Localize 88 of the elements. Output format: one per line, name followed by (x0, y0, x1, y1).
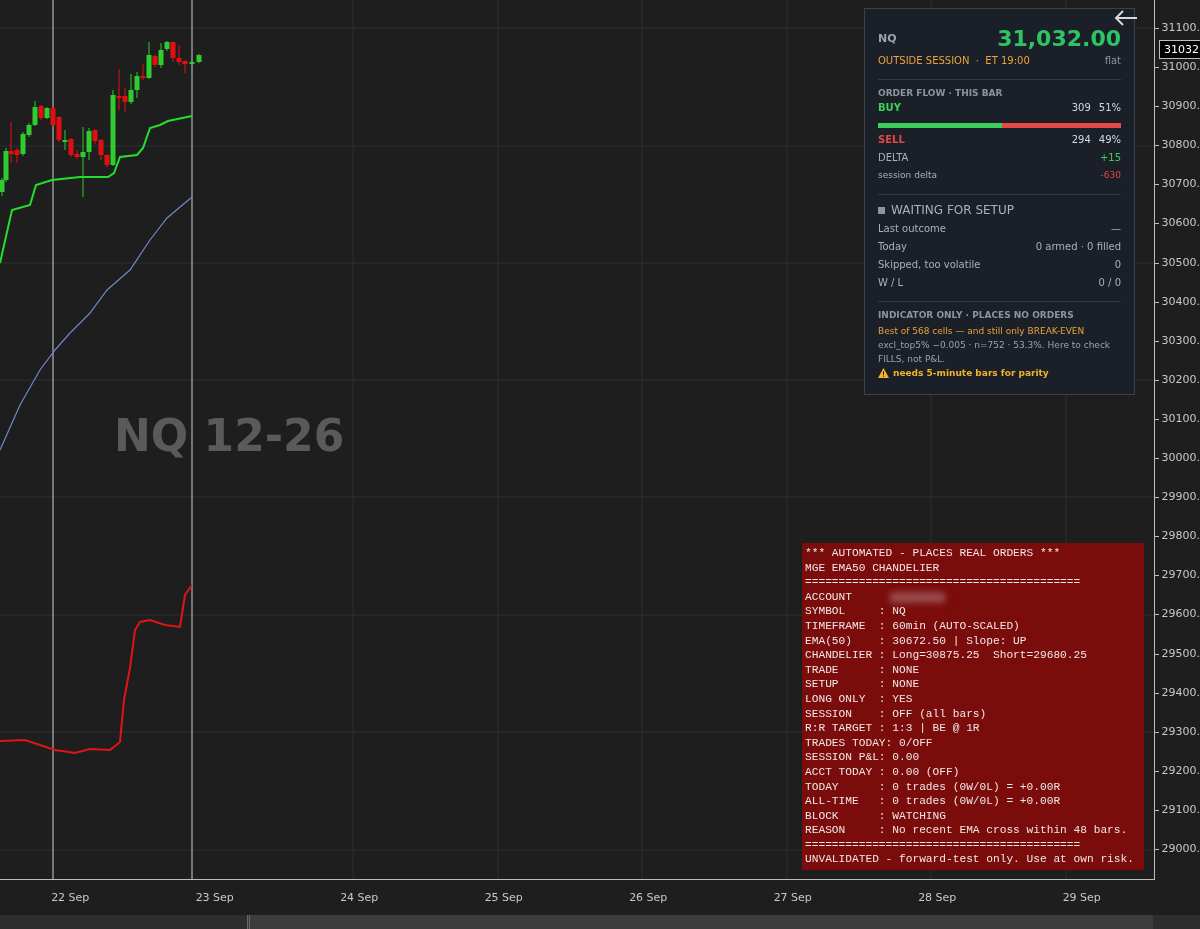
stat-value: — (1111, 223, 1121, 234)
price-label: 29800. (1161, 529, 1200, 543)
price-label: 30000. (1161, 451, 1200, 465)
highlight-note: Best of 568 cells — and still only BREAK-EVEN (878, 325, 1086, 338)
buy-count: 309 (1071, 102, 1091, 113)
stat-label: Last outcome (878, 223, 946, 234)
date-label: 24 Sep (340, 891, 379, 904)
redacted-value (890, 591, 945, 603)
stat-label: Skipped, too volatile (878, 259, 981, 270)
price-label: 29500. (1161, 646, 1200, 660)
sell-percent: 49% (1098, 134, 1121, 145)
status-line: TRADE : NONE (805, 662, 921, 678)
sell-label: SELL (878, 134, 905, 145)
status-line: ALL-TIME : 0 trades (0W/0L) = +0.00R (805, 794, 1062, 809)
price-label: 29000. (1161, 841, 1200, 855)
price-label: 30300. (1161, 333, 1200, 347)
price-label: 30100. (1161, 411, 1200, 425)
status-line: TIMEFRAME : 60min (AUTO-SCALED) (805, 618, 1021, 634)
price-label: 30400. (1161, 294, 1200, 308)
symbol-label: NQ (878, 31, 897, 45)
separator-line: ========================================= (805, 575, 1082, 590)
date-label: 22 Sep (51, 891, 90, 904)
price-label: 29700. (1161, 568, 1200, 582)
price-label: 29600. (1161, 607, 1200, 621)
price-label: 29300. (1161, 724, 1200, 738)
date-label: 25 Sep (484, 891, 523, 904)
metric-label: session delta (878, 170, 937, 180)
status-line: REASON : No recent EMA cross within 48 bars. (805, 823, 1129, 838)
section-title: INDICATOR ONLY · PLACES NO ORDERS (878, 310, 1075, 320)
position-status: flat (1104, 55, 1121, 66)
price-label: 29200. (1161, 763, 1200, 777)
back-arrow-icon[interactable] (1114, 9, 1138, 27)
price-label: 31000. (1161, 60, 1200, 74)
stat-value: 0 armed · 0 filled (1035, 241, 1121, 252)
sell-count: 294 (1071, 134, 1091, 145)
price-label: 30600. (1161, 216, 1200, 230)
status-line: MGE EMA50 CHANDELIER (805, 560, 941, 576)
status-line: ACCT TODAY : 0.00 (OFF) (805, 764, 961, 780)
buy-percent: 51% (1098, 102, 1121, 113)
status-line: UNVALIDATED - forward-test only. Use at own risk. (805, 852, 1135, 868)
status-line: TRADES TODAY: 0/OFF (805, 735, 934, 751)
price-label: 30200. (1161, 372, 1200, 386)
metric-value: -630 (1100, 170, 1121, 180)
chart-watermark: NQ 12-26 (114, 410, 345, 461)
stat-value: 0 / 0 (1098, 277, 1121, 288)
status-line: CHANDELIER : Long=30875.25 Short=29680.25 (805, 648, 1088, 663)
square-icon (878, 206, 885, 214)
metric-value: +15 (1099, 152, 1121, 163)
status-line: SESSION : OFF (all bars) (805, 706, 988, 722)
status-line: BLOCK : WATCHING (805, 808, 947, 824)
warning-icon (878, 368, 889, 378)
buy-label: BUY (878, 102, 901, 113)
status-line: TODAY : 0 trades (0W/0L) = +0.00R (805, 779, 1062, 795)
status-line: EMA(50) : 30672.50 | Slope: UP (805, 633, 1028, 649)
scrollbar[interactable] (0, 915, 1200, 929)
status-line: R:R TARGET : 1:3 | BE @ 1R (805, 721, 981, 736)
status-title: WAITING FOR SETUP (891, 203, 1014, 217)
price-value: 31,032.00 (997, 25, 1121, 51)
stat-label: W / L (878, 277, 904, 288)
price-label: 30500. (1161, 255, 1200, 269)
status-line: SESSION P&L: 0.00 (805, 750, 921, 765)
price-label: 30700. (1161, 177, 1200, 191)
date-label: 28 Sep (918, 891, 957, 904)
scrollbar-thumb[interactable] (247, 915, 1153, 929)
stat-label: Today (878, 241, 907, 252)
price-label: 30800. (1161, 138, 1200, 152)
price-label: 31100. (1161, 21, 1200, 34)
date-label: 23 Sep (195, 891, 234, 904)
warning-text: needs 5-minute bars for parity (893, 368, 1049, 378)
status-line: SETUP : NONE (805, 677, 921, 692)
date-label: 26 Sep (629, 891, 668, 904)
metric-label: DELTA (878, 152, 909, 163)
current-price-tag: 31032. (1159, 40, 1200, 59)
price-label: 29100. (1161, 802, 1200, 816)
date-label: 29 Sep (1062, 891, 1101, 904)
price-label: 29400. (1161, 685, 1200, 699)
price-label: 30900. (1161, 99, 1200, 113)
status-line: SYMBOL : NQ (805, 604, 907, 619)
status-line: ACCOUNT (805, 589, 852, 605)
price-label: 29900. (1161, 490, 1200, 504)
status-line: *** AUTOMATED - PLACES REAL ORDERS *** (805, 546, 1062, 561)
date-label: 27 Sep (773, 891, 812, 904)
status-line: LONG ONLY : YES (805, 691, 914, 707)
stat-value: 0 (1114, 259, 1121, 270)
separator-line: ========================================= (805, 837, 1082, 853)
note-text: excl_top5% −0.005 · n=752 · 53.3%. Here to check FILLS, not P&L. (878, 339, 1112, 366)
session-status: OUTSIDE SESSION · ET 19:00 (878, 55, 1030, 66)
section-title: ORDER FLOW · THIS BAR (878, 88, 1004, 98)
